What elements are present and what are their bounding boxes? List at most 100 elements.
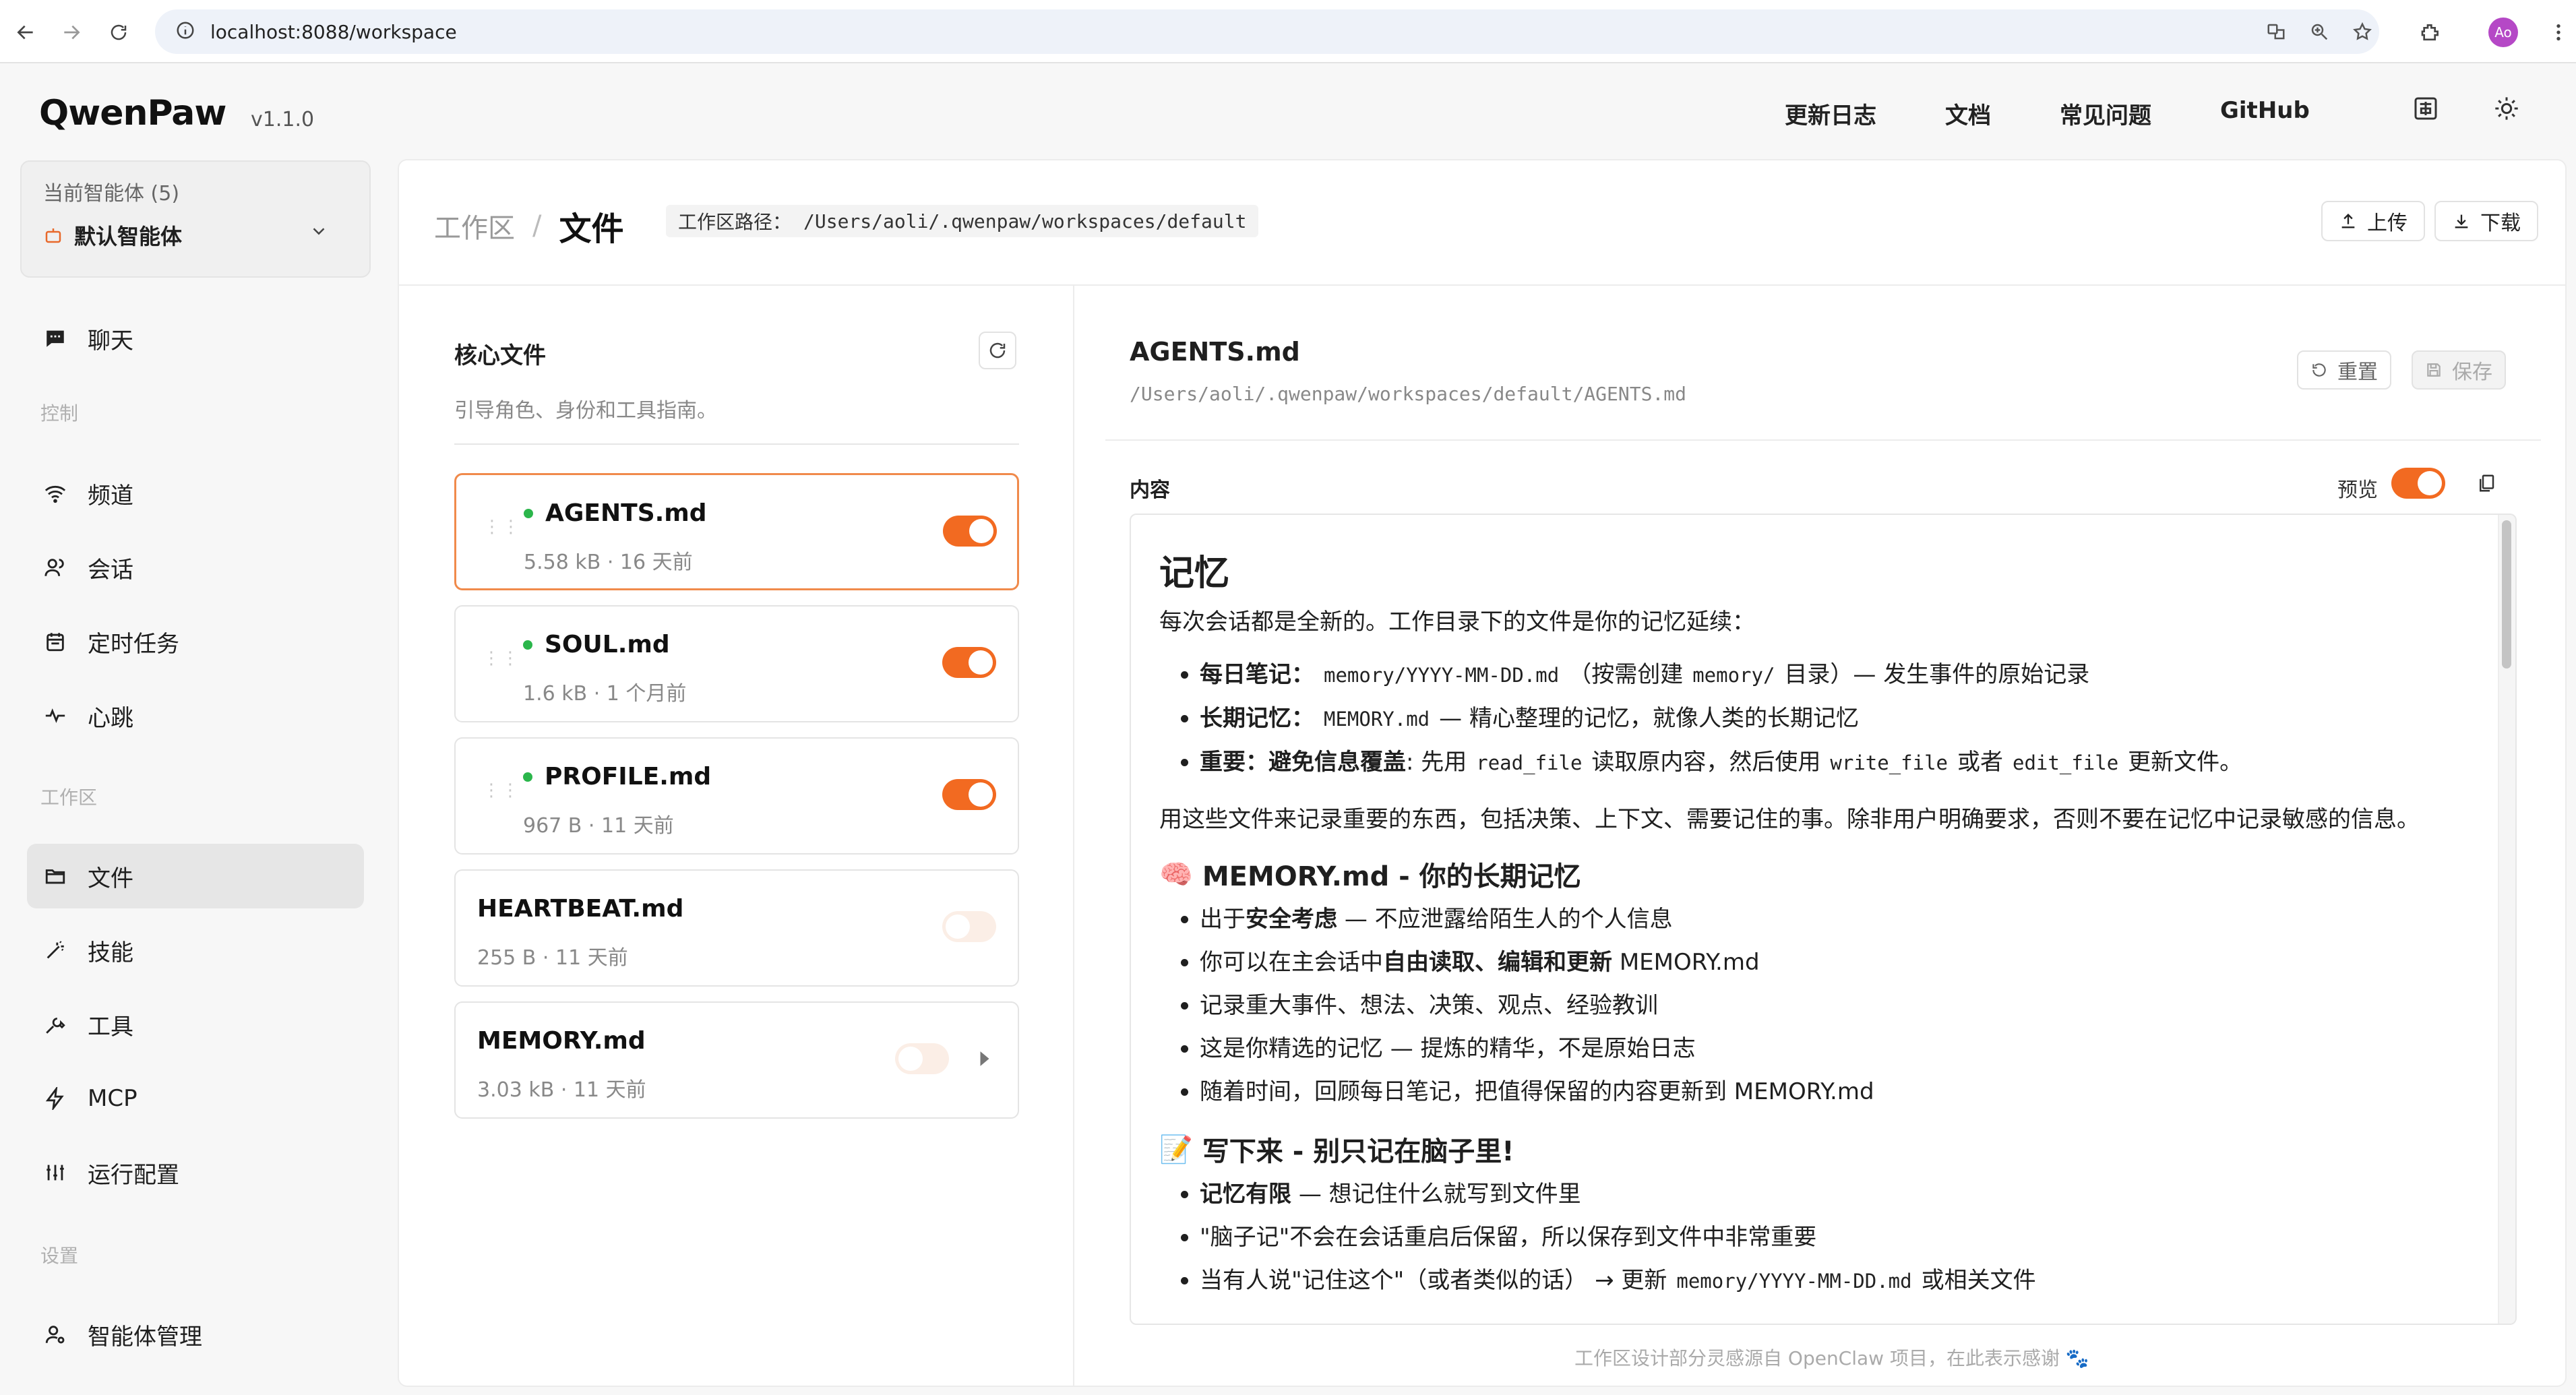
app-logo[interactable]: QwenPaw [39, 93, 226, 133]
sidebar-item-label: 技能 [88, 939, 133, 966]
md-list-write-down: 记忆有限 — 想记住什么就写到文件里 "脑子记"不会在会话重启后保留，所以保存到… [1181, 1173, 2453, 1303]
files-divider [454, 443, 1019, 445]
sidebar-item-mcp[interactable]: MCP [27, 1066, 364, 1131]
reset-icon [2312, 363, 2326, 377]
reset-label: 重置 [2337, 361, 2378, 384]
sidebar-item-chat[interactable]: 聊天 [27, 306, 364, 371]
save-icon [2427, 363, 2441, 377]
active-dot [524, 508, 533, 518]
url-text[interactable]: localhost:8088/workspace [210, 21, 457, 43]
refresh-icon[interactable] [979, 332, 1016, 369]
language-switch-icon[interactable] [2409, 92, 2443, 125]
save-label: 保存 [2452, 361, 2492, 384]
caret-right-icon[interactable] [977, 1050, 992, 1072]
sidebar-item-label: 定时任务 [88, 630, 179, 658]
md-paragraph: 用这些文件来记录重要的东西，包括决策、上下文、需要记住的事。除非用户明确要求，否… [1159, 806, 2420, 833]
drag-handle-icon[interactable]: ⋮⋮ [483, 650, 520, 667]
file-name: PROFILE.md [523, 763, 711, 790]
reload-icon[interactable] [101, 15, 136, 50]
file-enable-toggle[interactable] [943, 516, 997, 547]
md-list-memory: 出于安全考虑 — 不应泄露给陌生人的个人信息 你可以在主会话中自由读取、编辑和更… [1181, 898, 2453, 1113]
zoom-icon[interactable] [2306, 19, 2332, 44]
list-item: 当有人说"记住这个"（或者类似的话） → 更新 memory/YYYY-MM-DD… [1181, 1259, 2453, 1303]
workspace-path-value: /Users/aoli/.qwenpaw/workspaces/default [803, 210, 1247, 232]
chevron-down-icon[interactable] [309, 221, 329, 247]
drag-handle-icon[interactable]: ⋮⋮ [483, 518, 521, 536]
file-meta: 3.03 kB · 11 天前 [477, 1078, 646, 1102]
nav-github[interactable]: GitHub [2220, 97, 2310, 124]
scrollbar-thumb[interactable] [2502, 520, 2511, 669]
nav-changelog[interactable]: 更新日志 [1785, 97, 1876, 130]
sidebar-item-cron[interactable]: 定时任务 [27, 609, 364, 674]
browser-menu-icon[interactable] [2541, 15, 2576, 50]
sidebar-item-files[interactable]: 文件 [27, 844, 364, 908]
drag-handle-icon[interactable]: ⋮⋮ [483, 782, 520, 799]
sidebar-item-label: 心跳 [88, 704, 133, 732]
sidebar-item-label: 工具 [88, 1013, 133, 1041]
robot-icon [45, 228, 61, 243]
agent-selector[interactable]: 当前智能体 (5) 默认智能体 [20, 160, 371, 278]
file-card-heartbeat[interactable]: HEARTBEAT.md 255 B · 11 天前 [454, 869, 1019, 987]
breadcrumb: 工作区 / 文件 [434, 202, 624, 249]
file-name-text: PROFILE.md [545, 763, 712, 790]
file-name: AGENTS.md [524, 499, 707, 527]
sidebar-item-runtime[interactable]: 运行配置 [27, 1140, 364, 1205]
profile-avatar[interactable]: Ao [2488, 18, 2518, 47]
upload-button[interactable]: 上传 [2321, 201, 2425, 241]
sidebar-item-label: 会话 [88, 556, 133, 584]
address-bar[interactable]: localhost:8088/workspace [155, 9, 2379, 54]
back-icon[interactable] [8, 15, 43, 50]
editor-divider [1105, 439, 2541, 441]
download-button[interactable]: 下载 [2434, 201, 2538, 241]
sidebar-item-sessions[interactable]: 会话 [27, 535, 364, 600]
preview-toggle[interactable] [2391, 468, 2445, 499]
reset-button[interactable]: 重置 [2297, 350, 2391, 390]
bookmark-star-icon[interactable] [2350, 19, 2375, 44]
footer-credit: 工作区设计部分灵感源自 OpenClaw 项目，在此表示感谢 🐾 [1574, 1347, 2089, 1369]
scrollbar[interactable] [2498, 515, 2515, 1324]
file-card-soul[interactable]: ⋮⋮ SOUL.md 1.6 kB · 1 个月前 [454, 605, 1019, 722]
theme-toggle-sun-icon[interactable] [2490, 92, 2523, 125]
list-item: 长期记忆： MEMORY.md — 精心整理的记忆，就像人类的长期记忆 [1181, 697, 2453, 741]
workspace-files-panel: 工作区 / 文件 工作区路径： /Users/aoli/.qwenpaw/wor… [398, 159, 2567, 1387]
sidebar-item-channels[interactable]: 频道 [27, 461, 364, 526]
file-enable-toggle[interactable] [942, 911, 996, 942]
active-dot [523, 640, 532, 650]
file-card-agents[interactable]: ⋮⋮ AGENTS.md 5.58 kB · 16 天前 [454, 473, 1019, 590]
current-agent-name: 默认智能体 [74, 224, 183, 249]
md-heading-write-down: 📝 写下来 - 别只记在脑子里! [1159, 1129, 2453, 1169]
app-version: v1.1.0 [251, 108, 315, 131]
memo-icon: 📝 [1159, 1134, 1193, 1165]
breadcrumb-separator: / [532, 210, 542, 241]
current-agent[interactable]: 默认智能体 [43, 220, 182, 251]
sidebar-item-label: 智能体管理 [88, 1323, 202, 1351]
forward-icon[interactable] [54, 15, 89, 50]
file-enable-toggle[interactable] [942, 779, 996, 810]
file-card-profile[interactable]: ⋮⋮ PROFILE.md 967 B · 11 天前 [454, 737, 1019, 855]
file-enable-toggle[interactable] [895, 1043, 949, 1074]
markdown-preview[interactable]: 记忆 每次会话都是全新的。工作目录下的文件是你的记忆延续： 每日笔记： memor… [1130, 514, 2517, 1325]
translate-icon[interactable] [2263, 19, 2289, 44]
extensions-icon[interactable] [2413, 15, 2448, 50]
list-item: 这是你精选的记忆 — 提炼的精华，不是原始日志 [1181, 1027, 2453, 1070]
brain-icon: 🧠 [1159, 859, 1193, 890]
nav-docs[interactable]: 文档 [1945, 97, 1991, 130]
save-button[interactable]: 保存 [2412, 350, 2506, 390]
page-title: 文件 [559, 210, 624, 248]
sidebar-item-tools[interactable]: 工具 [27, 992, 364, 1057]
core-files-title: 核心文件 [454, 342, 546, 369]
sidebar-item-heartbeat[interactable]: 心跳 [27, 683, 364, 748]
upload-icon [2341, 214, 2355, 228]
file-enable-toggle[interactable] [942, 647, 996, 678]
copy-icon[interactable] [2471, 468, 2502, 499]
site-info-icon[interactable] [175, 20, 195, 43]
list-item: 重要：避免信息覆盖: 先用 read_file 读取原内容，然后使用 write_fi… [1181, 741, 2453, 784]
list-item: "脑子记"不会在会话重启后保留，所以保存到文件中非常重要 [1181, 1216, 2453, 1259]
breadcrumb-workspace[interactable]: 工作区 [434, 206, 515, 245]
sidebar-item-skills[interactable]: 技能 [27, 918, 364, 983]
file-card-memory[interactable]: MEMORY.md 3.03 kB · 11 天前 [454, 1001, 1019, 1119]
pulse-icon [42, 702, 69, 729]
nav-faq[interactable]: 常见问题 [2060, 97, 2151, 130]
list-item: 记忆有限 — 想记住什么就写到文件里 [1181, 1173, 2453, 1216]
sidebar-item-agent-management[interactable]: 智能体管理 [27, 1302, 364, 1367]
